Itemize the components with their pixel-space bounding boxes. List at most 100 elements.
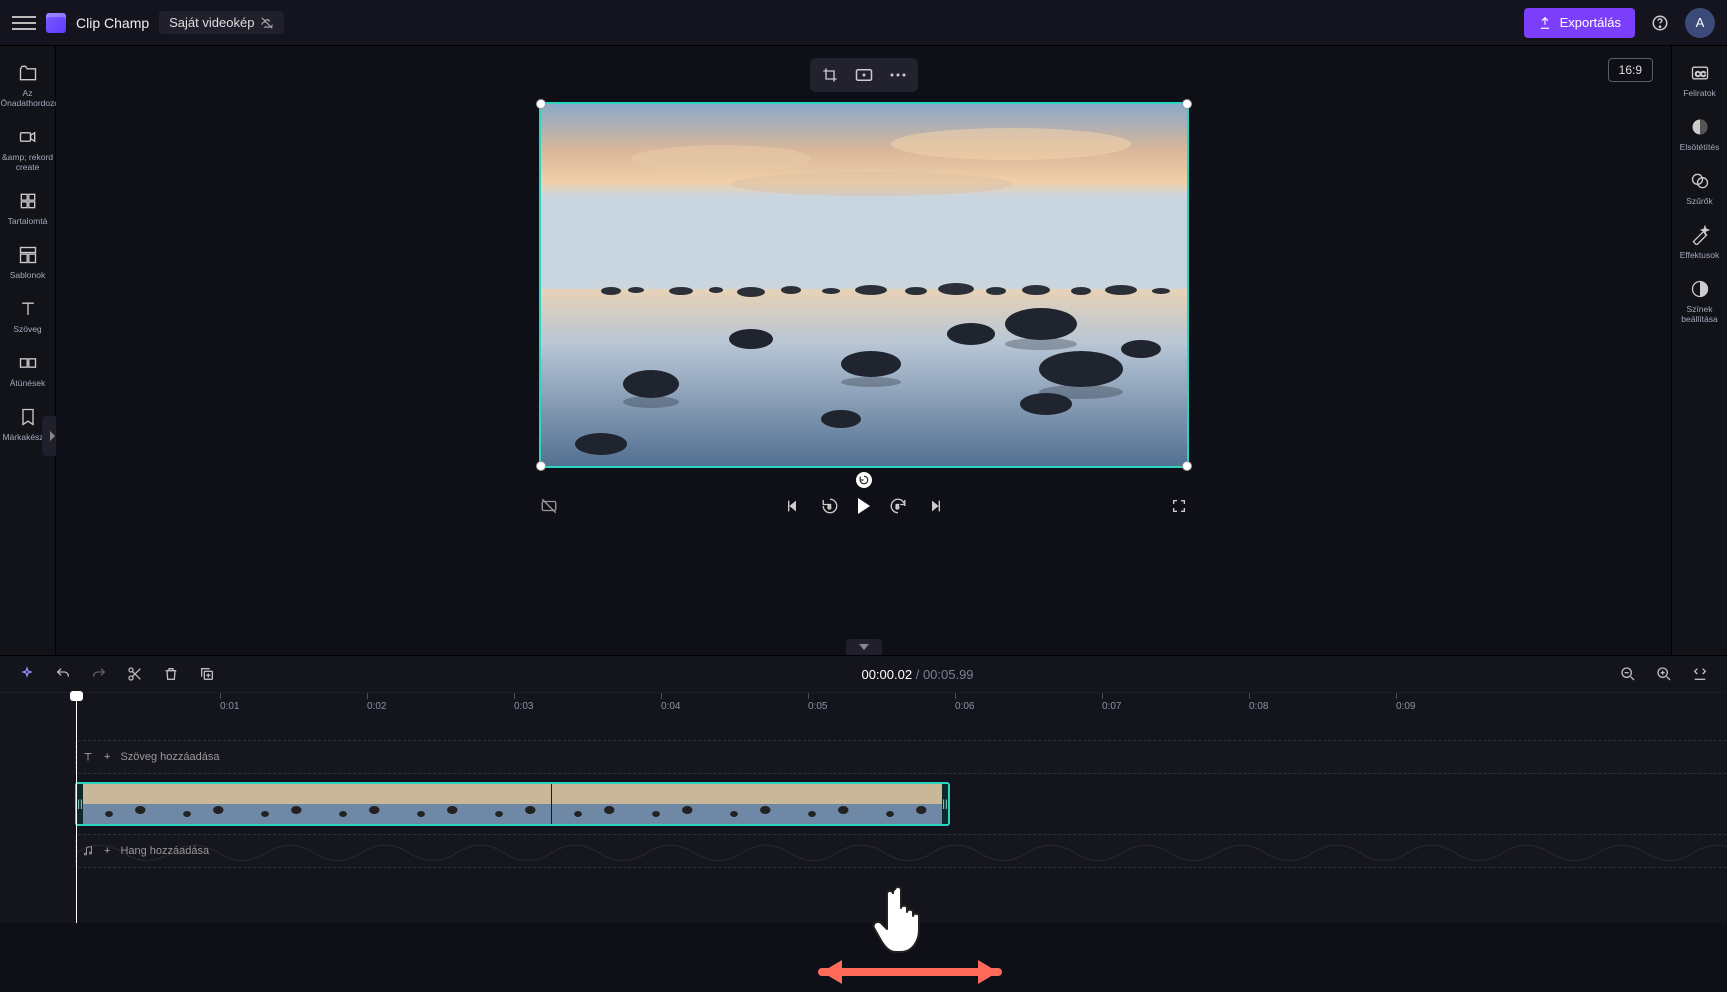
zoom-fit-button[interactable] [1691,665,1709,683]
media-icon [18,63,38,83]
current-time: 00:00.02 [861,667,912,682]
project-name-field[interactable]: Saját videokép [159,11,284,34]
trash-icon [163,666,179,682]
sidebar-item-library[interactable]: Tartalomtá [0,184,56,236]
resize-handle-bl[interactable] [536,461,546,471]
sparkle-icon [19,666,35,682]
waveform-icon [76,835,1727,871]
delete-button[interactable] [162,665,180,683]
sidebar-item-transitions[interactable]: Átúnések [0,346,56,398]
captions-icon: CC [1690,63,1710,83]
export-button[interactable]: Exportálás [1524,8,1635,38]
drag-arrow-icon [800,952,1020,992]
sidebar-item-record[interactable]: &amp; rekord create [0,120,56,182]
upload-icon [1538,16,1552,30]
clip-thumb [239,784,317,824]
sidebar-item-label: Az Önadathordozója [1,88,55,108]
sidebar-item-label: Feliratok [1683,88,1716,98]
svg-text:CC: CC [1695,69,1706,78]
ruler-tick-label: 0:08 [1249,701,1268,712]
clip-thumb [708,784,786,824]
zoom-out-button[interactable] [1619,665,1637,683]
timeline-collapse-toggle[interactable] [846,639,882,655]
clip-thumbnails [83,784,942,824]
avatar-letter: A [1696,15,1705,30]
sidebar-item-label: Átúnések [10,378,45,388]
split-button[interactable] [126,665,144,683]
clip-thumb [786,784,864,824]
fullscreen-icon [1171,498,1187,514]
sidebar-item-label: Szöveg [13,324,41,334]
preview-canvas[interactable] [539,102,1189,468]
play-button[interactable] [858,498,870,514]
audio-track-add[interactable]: + Hang hozzáadása [75,834,1727,868]
video-track: || || [75,782,1727,826]
right-sidebar: CC Feliratok Elsötétítés Szűrők Effektus… [1671,46,1727,655]
text-track-label: Szöveg hozzáadása [120,751,219,763]
menu-button[interactable] [12,16,36,30]
sidebar-item-fade[interactable]: Elsötétítés [1672,110,1727,162]
sidebar-item-media[interactable]: Az Önadathordozója [0,56,56,118]
video-clip[interactable]: || || [75,782,950,826]
fullscreen-button[interactable] [1169,496,1189,516]
resize-handle-br[interactable] [1182,461,1192,471]
skip-start-button[interactable] [782,496,802,516]
timeline-tracks: + Szöveg hozzáadása || [0,720,1727,923]
clip-thumb [161,784,239,824]
canvas-toolbar [810,58,918,92]
brand-logo-icon [46,13,66,33]
preview-image [541,104,1187,466]
clip-thumb [317,784,395,824]
sidebar-item-captions[interactable]: CC Feliratok [1672,56,1727,108]
redo-icon [91,666,107,682]
text-icon [18,299,38,319]
sidebar-item-label: Színek beállítása [1672,304,1727,324]
resize-handle-tr[interactable] [1182,99,1192,109]
timeline-ruler[interactable]: 0:01 0:02 0:03 0:04 0:05 0:06 0:07 0:08 … [0,692,1727,720]
sidebar-item-colors[interactable]: Színek beállítása [1672,272,1727,334]
hide-preview-button[interactable] [539,496,559,516]
resize-handle-tl[interactable] [536,99,546,109]
timeline-panel: 00:00.02 / 00:05.99 0:01 0:02 0:03 0:04 … [0,655,1727,923]
more-canvas-button[interactable] [884,61,912,89]
undo-button[interactable] [54,665,72,683]
export-button-label: Exportálás [1560,15,1621,30]
library-icon [18,191,38,211]
preview-content-svg [541,104,1187,466]
ruler-tick-label: 0:04 [661,701,680,712]
zoom-in-button[interactable] [1655,665,1673,683]
sidebar-item-label: Szűrők [1686,196,1712,206]
text-icon [82,751,94,763]
plus-icon: + [104,845,110,857]
fit-width-icon [1692,666,1708,682]
clip-trim-handle-right[interactable]: || [942,784,948,824]
sidebar-item-label: Sablonok [10,270,45,280]
sidebar-item-templates[interactable]: Sablonok [0,238,56,290]
text-track-add[interactable]: + Szöveg hozzáadása [75,740,1727,774]
fit-button[interactable] [850,61,878,89]
duplicate-button[interactable] [198,665,216,683]
left-sidebar: Az Önadathordozója &amp; rekord create T… [0,46,56,655]
sidebar-item-effects[interactable]: Effektusok [1672,218,1727,270]
sidebar-item-label: &amp; rekord create [1,152,55,172]
rewind-button[interactable]: 5 [820,496,840,516]
rotate-handle[interactable] [856,472,872,488]
help-button[interactable] [1645,8,1675,38]
sidebar-item-text[interactable]: Szöveg [0,292,56,344]
aspect-ratio-button[interactable]: 16:9 [1608,58,1653,82]
redo-button[interactable] [90,665,108,683]
sidebar-item-filters[interactable]: Szűrők [1672,164,1727,216]
magic-button[interactable] [18,665,36,683]
dots-icon [890,73,906,77]
playhead[interactable] [76,693,77,923]
svg-text:5: 5 [895,505,899,511]
clip-thumb [630,784,708,824]
clip-thumb [83,784,161,824]
forward-button[interactable]: 5 [888,496,908,516]
user-avatar[interactable]: A [1685,8,1715,38]
clip-thumb [395,784,473,824]
crop-button[interactable] [816,61,844,89]
ruler-tick-label: 0:05 [808,701,827,712]
crop-icon [822,67,838,83]
skip-end-button[interactable] [926,496,946,516]
